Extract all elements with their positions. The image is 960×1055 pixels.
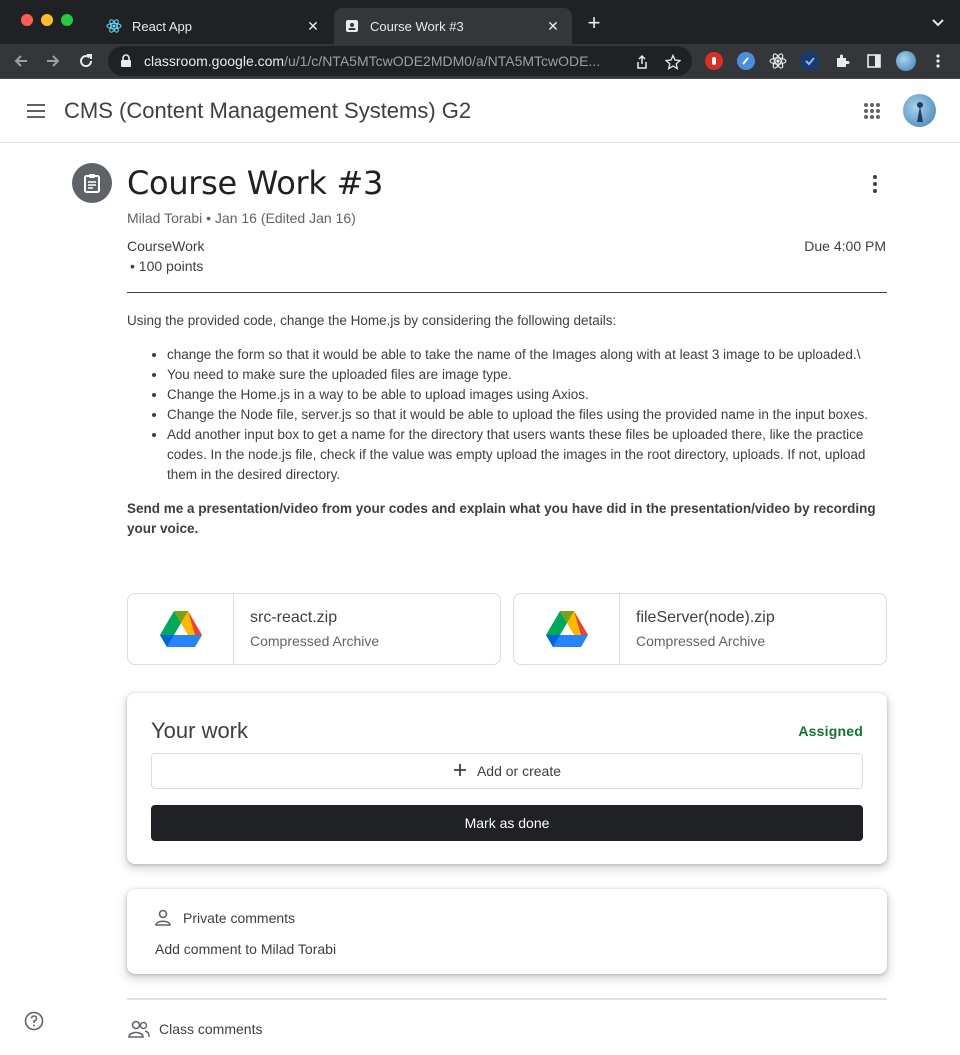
url-path: /u/1/c/NTA5MTcwODE2MDM0/a/NTA5MTcwODE... bbox=[284, 53, 601, 69]
add-or-create-label: Add or create bbox=[476, 763, 562, 779]
people-icon bbox=[127, 1019, 151, 1039]
tab-title: React App bbox=[132, 18, 192, 34]
react-icon bbox=[106, 18, 122, 34]
google-apps-icon[interactable] bbox=[860, 99, 884, 123]
your-work-title: Your work bbox=[151, 718, 249, 743]
assignment-meta: Milad Torabi • Jan 16 (Edited Jan 16) bbox=[127, 210, 356, 226]
mark-as-done-button[interactable]: Mark as done bbox=[151, 805, 863, 841]
hamburger-menu-icon[interactable] bbox=[24, 99, 48, 123]
list-item: Change the Node file, server.js so that … bbox=[167, 405, 887, 425]
class-comments-header: Class comments bbox=[127, 1019, 262, 1039]
lock-icon bbox=[120, 54, 134, 68]
kebab-menu-icon[interactable] bbox=[929, 52, 947, 70]
add-private-comment-link[interactable]: Add comment to Milad Torabi bbox=[155, 941, 336, 957]
tab-course-work[interactable]: Course Work #3 ✕ bbox=[334, 8, 572, 44]
attachment-name: src-react.zip bbox=[250, 609, 338, 626]
list-item: Add another input box to get a name for … bbox=[167, 425, 887, 485]
person-icon bbox=[153, 908, 173, 928]
classroom-assignment-icon bbox=[344, 18, 360, 34]
more-options-icon[interactable] bbox=[863, 172, 887, 196]
class-comments-title: Class comments bbox=[159, 1021, 263, 1037]
new-tab-button[interactable]: + bbox=[583, 12, 605, 34]
list-item: You need to make sure the uploaded files… bbox=[167, 365, 887, 385]
address-bar[interactable]: classroom.google.com/u/1/c/NTA5MTcwODE2M… bbox=[108, 46, 692, 76]
browser-toolbar: classroom.google.com/u/1/c/NTA5MTcwODE2M… bbox=[0, 44, 960, 79]
sidepanel-icon[interactable] bbox=[865, 52, 883, 70]
instructions-closing: Send me a presentation/video from your c… bbox=[127, 501, 876, 536]
private-comments-card: Private comments Add comment to Milad To… bbox=[127, 889, 887, 974]
forward-icon[interactable] bbox=[42, 50, 64, 72]
google-drive-icon bbox=[128, 594, 234, 664]
attachment-card[interactable]: src-react.zip Compressed Archive bbox=[127, 593, 501, 665]
divider bbox=[127, 292, 887, 293]
status-badge: Assigned bbox=[798, 723, 863, 739]
attachment-name: fileServer(node).zip bbox=[636, 609, 775, 626]
puzzle-icon[interactable] bbox=[833, 52, 851, 70]
window-minimize-button[interactable] bbox=[41, 14, 53, 26]
classroom-header: CMS (Content Management Systems) G2 bbox=[0, 79, 960, 143]
assignment-topic: CourseWork bbox=[127, 238, 205, 254]
url-host: classroom.google.com bbox=[144, 53, 285, 69]
class-title[interactable]: CMS (Content Management Systems) G2 bbox=[64, 98, 471, 124]
reload-icon[interactable] bbox=[75, 50, 97, 72]
attachment-type: Compressed Archive bbox=[250, 633, 380, 649]
private-comments-title: Private comments bbox=[183, 910, 296, 926]
browser-tab-bar: React App ✕ Course Work #3 ✕ + bbox=[0, 0, 960, 44]
close-icon[interactable]: ✕ bbox=[544, 17, 562, 35]
attachment-card[interactable]: fileServer(node).zip Compressed Archive bbox=[513, 593, 887, 665]
help-icon[interactable] bbox=[24, 1011, 44, 1031]
tab-title: Course Work #3 bbox=[370, 18, 464, 34]
instructions-list: change the form so that it would be able… bbox=[167, 345, 887, 485]
tab-react-app[interactable]: React App ✕ bbox=[96, 8, 332, 44]
assignment-icon bbox=[72, 163, 112, 203]
window-close-button[interactable] bbox=[21, 14, 33, 26]
close-icon[interactable]: ✕ bbox=[304, 17, 322, 35]
mark-as-done-label: Mark as done bbox=[464, 815, 550, 831]
due-date: Due 4:00 PM bbox=[804, 238, 886, 254]
instructions-intro: Using the provided code, change the Home… bbox=[127, 313, 617, 328]
chevron-down-icon[interactable] bbox=[930, 14, 946, 30]
assignment-instructions: Using the provided code, change the Home… bbox=[127, 311, 887, 539]
list-item: Change the Home.js in a way to be able t… bbox=[167, 385, 887, 405]
share-icon[interactable] bbox=[634, 54, 650, 70]
your-work-card: Your work Assigned Add or create Mark as… bbox=[127, 693, 887, 864]
profile-avatar[interactable] bbox=[896, 51, 916, 71]
react-devtools-icon[interactable] bbox=[769, 52, 787, 70]
assignment-points: • 100 points bbox=[130, 258, 204, 274]
attachment-type: Compressed Archive bbox=[636, 633, 766, 649]
adblock-extension-icon[interactable] bbox=[705, 52, 723, 70]
add-or-create-button[interactable]: Add or create bbox=[151, 753, 863, 789]
plus-icon bbox=[453, 761, 467, 781]
list-item: change the form so that it would be able… bbox=[167, 345, 887, 365]
extension-pen-icon[interactable] bbox=[737, 52, 755, 70]
window-zoom-button[interactable] bbox=[61, 14, 73, 26]
star-icon[interactable] bbox=[664, 53, 682, 70]
private-comments-header: Private comments bbox=[153, 908, 295, 928]
checkmark-extension-icon[interactable] bbox=[801, 52, 819, 70]
account-avatar[interactable] bbox=[903, 94, 936, 127]
divider bbox=[127, 998, 887, 1000]
google-drive-icon bbox=[514, 594, 620, 664]
back-icon[interactable] bbox=[10, 50, 32, 72]
assignment-title: Course Work #3 bbox=[127, 164, 384, 202]
